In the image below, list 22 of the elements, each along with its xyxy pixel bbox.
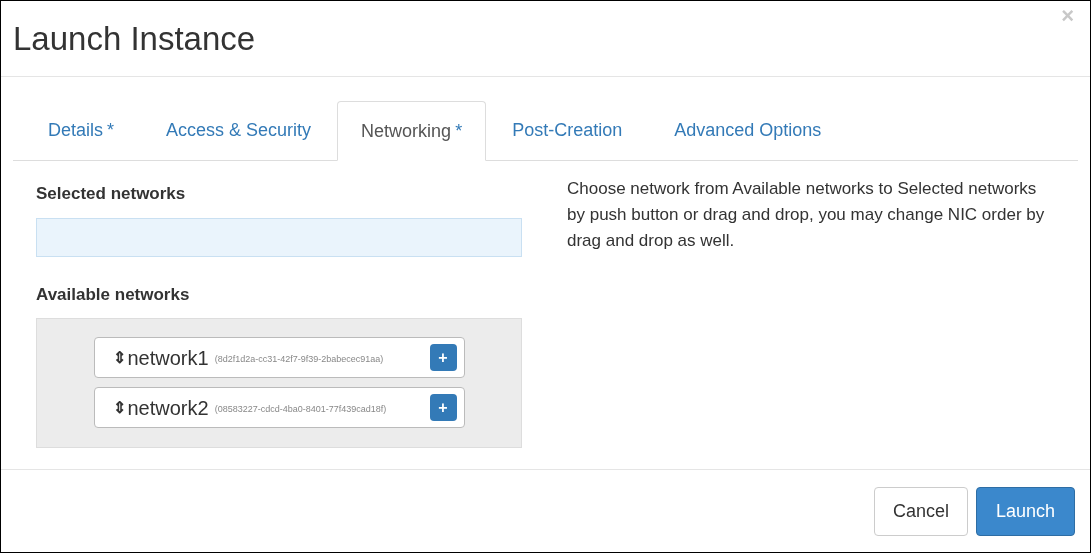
drag-handle-icon[interactable]: ⇕	[112, 395, 126, 420]
tab[interactable]: Post-Creation	[486, 100, 649, 160]
field-label: Available networks	[36, 283, 191, 306]
network-id: (08583227-cdcd-4ba0-8401-77f439cad18f)	[214, 403, 387, 417]
tab[interactable]: Advanced Options	[648, 100, 848, 160]
tab[interactable]: Access & Security	[140, 100, 338, 160]
network-name: network1	[127, 345, 209, 371]
selected-networks-field[interactable]	[36, 217, 522, 257]
window-title: Launch Instance	[13, 22, 256, 55]
launch-button[interactable]: Launch	[975, 486, 1075, 536]
drag-handle-icon[interactable]: ⇕	[112, 345, 126, 370]
network-id: (8d2f1d2a-cc31-42f7-9f39-2babecec91aa)	[214, 353, 384, 367]
tab[interactable]: Networking *	[337, 101, 487, 161]
cancel-button[interactable]: Cancel	[873, 486, 968, 536]
help-text: Choose network from Available networks to Selected networks by push button or drag and drop, you may change NIC order by drag and drop as well.	[567, 178, 1046, 252]
network-row[interactable]: ⇕network1 (8d2f1d2a-cc31-42f7-9f39-2babecec91aa) +	[93, 337, 465, 378]
network-row[interactable]: ⇕network2 (08583227-cdcd-4ba0-8401-77f439cad18f) +	[93, 387, 465, 428]
add-button[interactable]: +	[429, 394, 457, 421]
add-button[interactable]: +	[429, 344, 457, 371]
network-name: network2	[127, 395, 209, 421]
tab[interactable]: Details *	[22, 100, 141, 160]
field-label: Selected networks	[36, 183, 187, 205]
